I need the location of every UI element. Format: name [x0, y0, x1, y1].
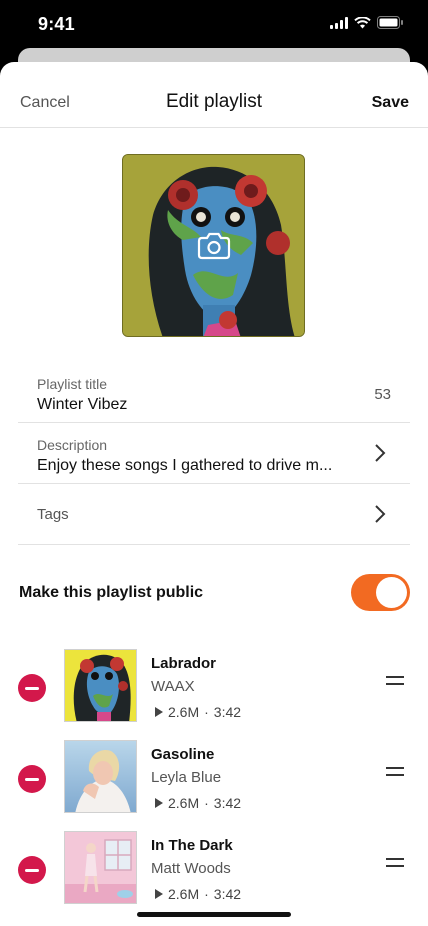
camera-icon — [197, 232, 230, 259]
track-artwork — [64, 649, 137, 722]
nav-bar: Cancel Edit playlist Save — [0, 62, 428, 128]
track-row: In The Dark Matt Woods 2.6M · 3:42 — [0, 826, 428, 917]
track-row: Labrador WAAX 2.6M · 3:42 — [0, 644, 428, 735]
playlist-cover-image[interactable] — [122, 154, 305, 337]
stats-separator: · — [204, 886, 209, 902]
labrador-artwork — [65, 650, 136, 721]
playlist-title-input[interactable]: Winter Vibez — [37, 396, 342, 414]
stats-separator: · — [204, 795, 209, 811]
status-bar: 9:41 — [0, 0, 428, 50]
remove-track-button[interactable] — [18, 856, 46, 884]
home-indicator — [137, 912, 291, 917]
public-toggle-row: Make this playlist public — [19, 572, 411, 612]
playlist-title-label: Playlist title — [37, 376, 108, 392]
save-button[interactable]: Save — [372, 94, 409, 112]
page-title: Edit playlist — [165, 91, 263, 112]
drag-handle-icon[interactable] — [386, 767, 404, 777]
track-title: Gasoline — [151, 746, 215, 763]
status-time: 9:41 — [38, 14, 75, 34]
track-artwork — [64, 740, 137, 813]
edit-playlist-sheet: Cancel Edit playlist Save Playlist title… — [0, 62, 428, 926]
track-artwork — [64, 831, 137, 904]
cellular-signal-icon — [330, 16, 348, 29]
track-list: Labrador WAAX 2.6M · 3:42 Gasoline Leyla… — [0, 644, 428, 917]
description-label: Description — [37, 437, 108, 453]
track-stats: 2.6M · 3:42 — [155, 795, 241, 811]
description-value: Enjoy these songs I gathered to drive m.… — [37, 457, 333, 474]
track-artist: Matt Woods — [151, 860, 231, 877]
track-duration: 3:42 — [213, 704, 242, 720]
drag-handle-icon[interactable] — [386, 676, 404, 686]
remove-track-button[interactable] — [18, 765, 46, 793]
tags-field[interactable]: Tags — [18, 484, 410, 545]
in-the-dark-artwork — [65, 832, 136, 903]
wifi-icon — [354, 16, 371, 28]
track-stats: 2.6M · 3:42 — [155, 886, 241, 902]
gasoline-artwork — [65, 741, 136, 812]
public-toggle[interactable] — [351, 574, 410, 611]
track-artist: Leyla Blue — [151, 769, 222, 786]
battery-icon — [377, 16, 403, 29]
chevron-right-icon — [375, 444, 386, 462]
track-row: Gasoline Leyla Blue 2.6M · 3:42 — [0, 735, 428, 826]
drag-handle-icon[interactable] — [386, 858, 404, 868]
track-plays: 2.6M — [168, 795, 200, 811]
status-icons — [330, 16, 404, 29]
remove-track-button[interactable] — [18, 674, 46, 702]
description-field[interactable]: Description Enjoy these songs I gathered… — [18, 423, 410, 484]
tags-label: Tags — [37, 506, 69, 523]
track-title: In The Dark — [151, 837, 233, 854]
track-duration: 3:42 — [213, 795, 242, 811]
track-title: Labrador — [151, 655, 217, 672]
play-icon — [155, 798, 163, 808]
title-character-count: 53 — [374, 386, 391, 403]
toggle-knob — [376, 577, 407, 608]
track-plays: 2.6M — [168, 704, 200, 720]
track-duration: 3:42 — [213, 886, 242, 902]
play-icon — [155, 707, 163, 717]
public-toggle-label: Make this playlist public — [19, 584, 204, 601]
chevron-right-icon — [375, 505, 386, 523]
track-artist: WAAX — [151, 678, 195, 695]
playlist-form: Playlist title Winter Vibez 53 Descripti… — [18, 362, 410, 545]
playlist-title-field[interactable]: Playlist title Winter Vibez 53 — [18, 362, 410, 423]
track-plays: 2.6M — [168, 886, 200, 902]
track-stats: 2.6M · 3:42 — [155, 704, 241, 720]
stats-separator: · — [204, 704, 209, 720]
play-icon — [155, 889, 163, 899]
